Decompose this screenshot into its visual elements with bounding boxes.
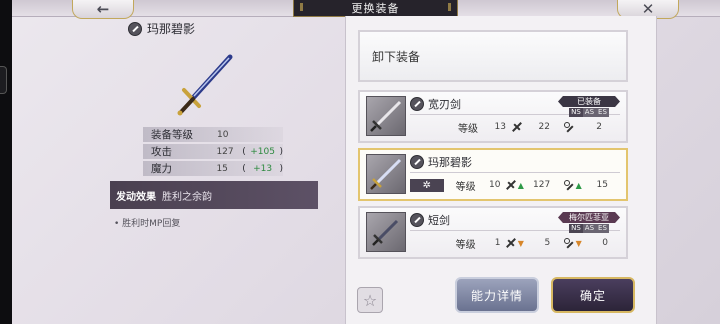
badge-tags: NS AS ES — [558, 108, 620, 117]
stat-label: 装备等级 — [151, 129, 193, 141]
equipped-item-name: 玛那碧影 — [128, 20, 195, 37]
effect-description: • 胜利时MP回复 — [114, 219, 181, 229]
confirm-button[interactable]: 确定 — [551, 277, 635, 313]
equipment-card-1[interactable]: 玛那碧影 ✲ 等级 10 ▲ 127 ▲ 15 — [358, 148, 628, 201]
effect-value: 胜利之余韵 — [162, 191, 212, 203]
owner-badge: 梅尔匹菲亚 NS AS ES — [558, 212, 620, 233]
stat-row-attack: 攻击 127 ( +105 ) — [143, 144, 283, 159]
item-name-label: 短剑 — [428, 214, 450, 227]
equipped-name-label: 玛那碧影 — [147, 22, 196, 36]
equipped-badge: 已装备 NS AS ES — [558, 96, 620, 117]
level-label: 等级 — [455, 239, 476, 251]
magic-down-arrow-icon: ▼ — [575, 238, 582, 248]
back-button[interactable]: ← — [72, 0, 134, 19]
sword-thumbnail-icon — [366, 154, 406, 194]
attack-icon — [506, 238, 515, 248]
magic-value: 0 — [602, 238, 608, 248]
attack-icon — [512, 122, 522, 132]
tag-as: AS — [582, 108, 597, 117]
attack-value: 5 — [544, 238, 551, 248]
tag-es: ES — [596, 108, 609, 117]
slot-empty — [410, 121, 446, 134]
item-name-label: 宽刃剑 — [428, 98, 461, 111]
level-label: 等级 — [458, 123, 478, 135]
item-stats: 等级 13 22 2 — [410, 120, 622, 135]
magic-up-arrow-icon: ▲ — [575, 180, 582, 190]
badge-text: 梅尔匹菲亚 — [558, 212, 620, 223]
magic-value: 15 — [596, 180, 608, 190]
item-name: 玛那碧影 — [410, 154, 472, 170]
item-stats: ✲ 等级 10 ▲ 127 ▲ 15 — [410, 178, 622, 193]
sword-thumbnail-icon — [366, 212, 406, 252]
sword-image-icon — [177, 54, 233, 116]
tag-es: ES — [596, 224, 609, 233]
item-name: 宽刃剑 — [410, 96, 461, 112]
stat-bonus: +13 — [253, 163, 273, 174]
stat-row-magic: 魔力 15 ( +13 ) — [143, 161, 283, 176]
effect-label: 发动效果 — [116, 191, 156, 203]
paren-close: ) — [279, 146, 283, 157]
weapon-type-icon — [410, 155, 424, 169]
stat-row-level: 装备等级 10 — [143, 127, 283, 142]
equipped-stats: 装备等级 10 攻击 127 ( +105 ) 魔力 15 ( +13 ) — [143, 127, 283, 178]
attack-value: 127 — [533, 180, 551, 190]
weapon-type-icon — [128, 21, 142, 36]
level-label: 等级 — [455, 181, 476, 193]
slot-icon: ✲ — [410, 178, 444, 192]
favorite-star-icon[interactable]: ☆ — [357, 287, 383, 313]
device-nub — [0, 66, 7, 94]
magic-icon — [564, 238, 573, 248]
sword-thumbnail-icon — [366, 96, 406, 136]
stat-value: 127 — [216, 146, 234, 157]
level-value: 10 — [488, 180, 501, 190]
stat-label: 攻击 — [151, 146, 172, 158]
item-stats: 等级 1 ▼ 5 ▼ 0 — [410, 236, 622, 251]
back-arrow-icon: ← — [96, 0, 110, 18]
stat-value: 10 — [217, 129, 229, 140]
equipment-card-2[interactable]: 短剑 梅尔匹菲亚 NS AS ES 等级 1 ▼ 5 ▼ 0 — [358, 206, 628, 259]
level-value: 13 — [494, 122, 506, 132]
divider — [410, 172, 620, 173]
tag-ns: NS — [569, 108, 583, 117]
stat-bonus: +105 — [250, 146, 275, 157]
unequip-button[interactable]: 卸下装备 — [358, 30, 628, 82]
weapon-type-icon — [410, 213, 424, 227]
screen-edge — [0, 0, 12, 324]
attack-up-arrow-icon: ▲ — [517, 180, 524, 190]
effect-bar: 发动效果 胜利之余韵 — [110, 181, 318, 209]
stat-value: 15 — [216, 163, 228, 174]
attack-icon — [506, 180, 515, 190]
attack-down-arrow-icon: ▼ — [517, 238, 524, 248]
paren-close: ) — [279, 163, 283, 174]
slot-empty — [410, 237, 444, 250]
item-name: 短剑 — [410, 212, 450, 228]
stat-label: 魔力 — [151, 163, 172, 175]
badge-tags: NS AS ES — [558, 224, 620, 233]
item-name-label: 玛那碧影 — [428, 156, 472, 169]
weapon-type-icon — [410, 97, 424, 111]
ability-detail-button[interactable]: 能力详情 — [455, 277, 539, 313]
magic-icon — [564, 122, 574, 132]
level-value: 1 — [494, 238, 501, 248]
tag-ns: NS — [569, 224, 583, 233]
equipment-card-0[interactable]: 宽刃剑 已装备 NS AS ES 等级 13 22 2 — [358, 90, 628, 143]
magic-icon — [564, 180, 573, 190]
page-title: 更换装备 — [293, 0, 458, 17]
magic-value: 2 — [596, 122, 602, 132]
attack-value: 22 — [538, 122, 550, 132]
badge-text: 已装备 — [558, 96, 620, 107]
tag-as: AS — [582, 224, 597, 233]
